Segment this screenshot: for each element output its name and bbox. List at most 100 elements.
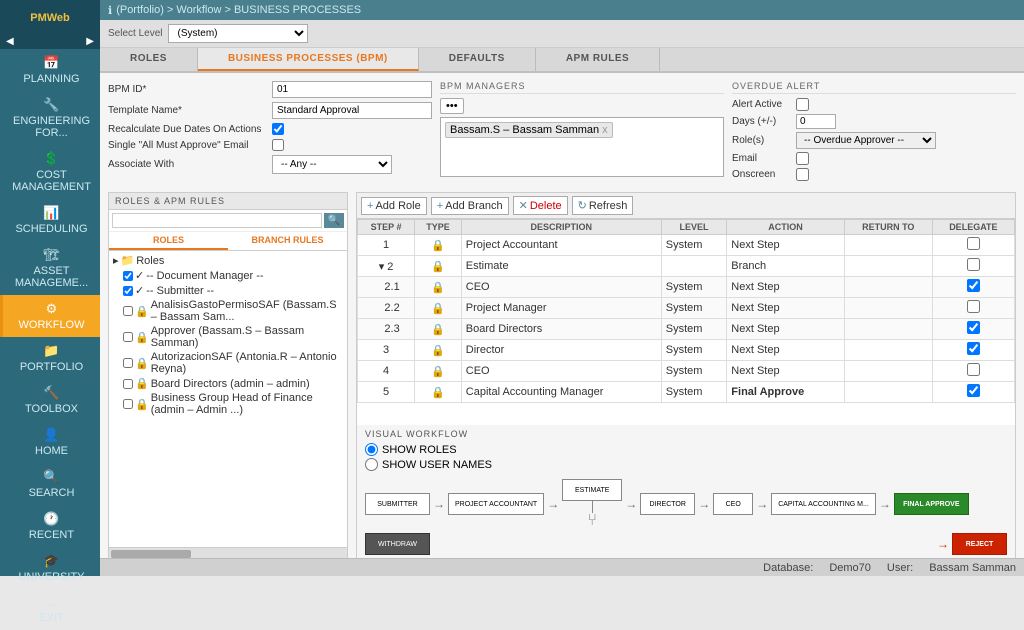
- sidebar-item-asset[interactable]: 🏗 ASSET MANAGEME...: [0, 241, 100, 295]
- sidebar-item-engineering[interactable]: 🔧 ENGINEERING FOR...: [0, 91, 100, 145]
- tree-item-analisis[interactable]: 🔒 AnalisisGastoPermisoSAF (Bassam.S – Ba…: [111, 298, 345, 324]
- step-type: 🔒: [415, 235, 462, 256]
- tree-item-board[interactable]: 🔒 Board Directors (admin – admin): [111, 376, 345, 391]
- roles-select[interactable]: -- Overdue Approver --: [796, 132, 936, 149]
- step-return: [844, 382, 932, 403]
- step-delegate[interactable]: [932, 256, 1014, 277]
- step-level: System: [661, 382, 727, 403]
- sidebar-item-exit[interactable]: → EXIT: [0, 589, 100, 630]
- tab-branch-rules[interactable]: BRANCH RULES: [228, 232, 347, 250]
- table-row[interactable]: 5 🔒 Capital Accounting Manager System Fi…: [358, 382, 1015, 403]
- email-checkbox[interactable]: [796, 152, 809, 165]
- table-row[interactable]: 2.1 🔒 CEO System Next Step: [358, 277, 1015, 298]
- tree-item-roles[interactable]: ▸ 📁 Roles: [111, 253, 345, 268]
- sidebar-item-search[interactable]: 🔍 SEARCH: [0, 463, 100, 505]
- step-delegate[interactable]: [932, 235, 1014, 256]
- nav-prev[interactable]: ◀: [6, 36, 14, 47]
- sidebar-item-label: PLANNING: [23, 73, 79, 85]
- visual-workflow-section: VISUAL WORKFLOW SHOW ROLES SHOW USER NAM…: [357, 425, 1015, 559]
- tree-item-doc-manager[interactable]: ✓ -- Document Manager --: [111, 268, 345, 283]
- table-row[interactable]: ▾ 2 🔒 Estimate Branch: [358, 256, 1015, 277]
- step-desc: CEO: [461, 277, 661, 298]
- wf-withdraw: WITHDRAW: [365, 533, 430, 555]
- tree-checkbox[interactable]: [123, 332, 133, 342]
- delete-button[interactable]: ✕ Delete: [513, 196, 568, 215]
- sidebar-item-home[interactable]: 👤 HOME: [0, 421, 100, 463]
- table-row[interactable]: 4 🔒 CEO System Next Step: [358, 361, 1015, 382]
- sidebar-item-workflow[interactable]: ⚙ WORKFLOW: [0, 295, 100, 337]
- tree-item-autorizacion[interactable]: 🔒 AutorizacionSAF (Antonia.R – Antonio R…: [111, 350, 345, 376]
- asset-icon: 🏗: [43, 247, 60, 263]
- overdue-title: OVERDUE ALERT: [732, 81, 1016, 94]
- associate-select[interactable]: -- Any --: [272, 155, 392, 174]
- tree-item-business-group[interactable]: 🔒 Business Group Head of Finance (admin …: [111, 391, 345, 417]
- nav-next[interactable]: ▶: [86, 36, 94, 47]
- show-roles-radio[interactable]: [365, 443, 378, 456]
- lock-icon: 🔒: [135, 331, 149, 344]
- wf-estimate-group: ESTIMATE ⑂: [562, 479, 622, 529]
- days-input[interactable]: [796, 114, 836, 129]
- step-delegate[interactable]: [932, 298, 1014, 319]
- alert-active-checkbox[interactable]: [796, 98, 809, 111]
- step-delegate[interactable]: [932, 340, 1014, 361]
- sidebar-item-cost[interactable]: 💲 COST MANAGEMENT: [0, 145, 100, 199]
- tree-checkbox[interactable]: [123, 379, 133, 389]
- template-input[interactable]: [272, 102, 432, 119]
- tree-item-approver[interactable]: 🔒 Approver (Bassam.S – Bassam Samman): [111, 324, 345, 350]
- wf-submitter: SUBMITTER: [365, 493, 430, 515]
- tab-roles[interactable]: ROLES: [100, 48, 198, 71]
- single-email-checkbox[interactable]: [272, 139, 284, 151]
- roles-search-input[interactable]: [112, 213, 322, 228]
- email-row: Email: [732, 152, 1016, 165]
- sidebar-item-portfolio[interactable]: 📁 PORTFOLIO: [0, 337, 100, 379]
- step-delegate[interactable]: [932, 382, 1014, 403]
- level-label: Select Level: [108, 28, 162, 39]
- sidebar-item-recent[interactable]: 🕐 RECENT: [0, 505, 100, 547]
- tree-checkbox[interactable]: [123, 358, 133, 368]
- add-role-button[interactable]: + Add Role: [361, 197, 427, 215]
- tab-bpm[interactable]: BUSINESS PROCESSES (BPM): [198, 48, 419, 71]
- sidebar-item-label: PORTFOLIO: [20, 361, 83, 373]
- recalculate-checkbox[interactable]: [272, 123, 284, 135]
- step-type: 🔒: [415, 382, 462, 403]
- onscreen-checkbox[interactable]: [796, 168, 809, 181]
- step-desc: Project Manager: [461, 298, 661, 319]
- table-row[interactable]: 1 🔒 Project Accountant System Next Step: [358, 235, 1015, 256]
- remove-manager[interactable]: x: [602, 124, 608, 136]
- wf-capital: CAPITAL ACCOUNTING M...: [771, 493, 876, 515]
- tab-roles-list[interactable]: ROLES: [109, 232, 228, 250]
- tree-item-submitter[interactable]: ✓ -- Submitter --: [111, 283, 345, 298]
- tab-apm-rules[interactable]: APM RULES: [536, 48, 660, 71]
- delete-label: Delete: [530, 200, 562, 212]
- step-delegate[interactable]: [932, 319, 1014, 340]
- sidebar-item-scheduling[interactable]: 📊 SCHEDULING: [0, 199, 100, 241]
- sidebar-item-university[interactable]: 🎓 UNIVERSITY: [0, 547, 100, 589]
- logo-text: PMWeb: [30, 8, 70, 26]
- table-row[interactable]: 2.3 🔒 Board Directors System Next Step: [358, 319, 1015, 340]
- tree-item-label: Business Group Head of Finance (admin – …: [151, 392, 343, 416]
- roles-row: Role(s) -- Overdue Approver --: [732, 132, 1016, 149]
- dots-button[interactable]: •••: [440, 98, 464, 114]
- tree-checkbox[interactable]: [123, 399, 133, 409]
- table-row[interactable]: 2.2 🔒 Project Manager System Next Step: [358, 298, 1015, 319]
- bpm-managers-section: BPM MANAGERS ••• Bassam.S – Bassam Samma…: [440, 81, 724, 184]
- tree-checkbox[interactable]: [123, 306, 133, 316]
- level-select[interactable]: (System): [168, 24, 308, 43]
- tree-checkbox[interactable]: [123, 286, 133, 296]
- sidebar-item-planning[interactable]: 📅 PLANNING: [0, 49, 100, 91]
- roles-search-button[interactable]: 🔍: [324, 213, 344, 228]
- sidebar-item-toolbox[interactable]: 🔨 TOOLBOX: [0, 379, 100, 421]
- step-level: System: [661, 361, 727, 382]
- col-step: STEP #: [358, 220, 415, 235]
- step-delegate[interactable]: [932, 277, 1014, 298]
- tree-item-label: -- Submitter --: [146, 285, 214, 297]
- show-user-names-radio[interactable]: [365, 458, 378, 471]
- add-branch-button[interactable]: + Add Branch: [431, 197, 509, 215]
- tab-defaults[interactable]: DEFAULTS: [419, 48, 536, 71]
- table-row[interactable]: 3 🔒 Director System Next Step: [358, 340, 1015, 361]
- tree-checkbox[interactable]: [123, 271, 133, 281]
- step-return: [844, 319, 932, 340]
- refresh-button[interactable]: ↻ Refresh: [572, 196, 634, 215]
- bpm-id-input[interactable]: [272, 81, 432, 98]
- step-delegate[interactable]: [932, 361, 1014, 382]
